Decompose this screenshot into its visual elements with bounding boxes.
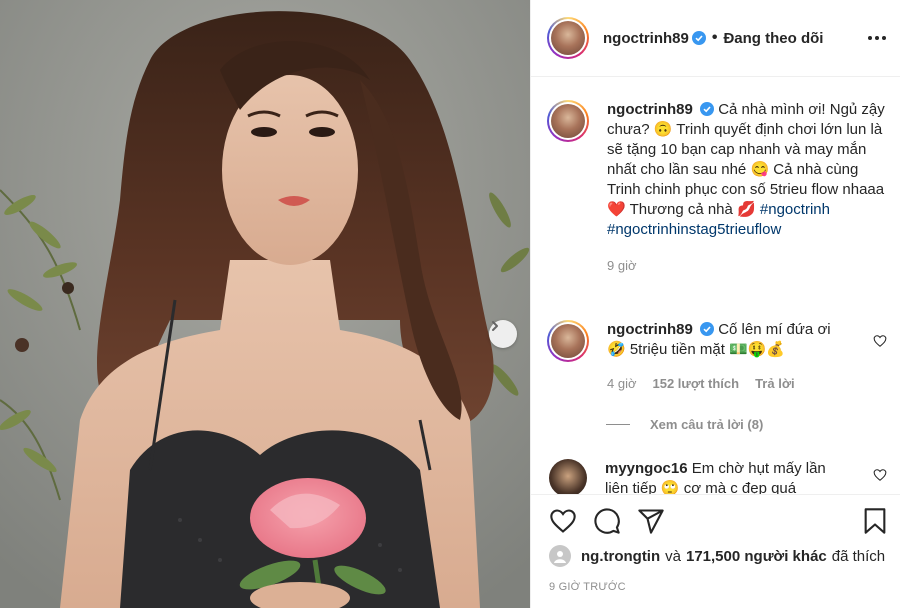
likes-suffix: đã thích	[831, 547, 886, 565]
comment-item: ngoctrinh89 Cố lên mí đứa ơi 🤣 5triệu ti…	[547, 320, 887, 394]
comment-text: Cố lên mí đứa ơi	[718, 321, 831, 338]
likes-connector: và	[665, 547, 681, 565]
caption-avatar[interactable]	[547, 100, 589, 142]
post-photo[interactable]	[0, 0, 530, 608]
comment-username[interactable]: myyngoc16	[605, 460, 688, 477]
header-user-info: ngoctrinh89 • Đang theo dõi	[603, 29, 823, 47]
others-liked-count[interactable]: 171,500 người khác	[686, 548, 827, 565]
comment-like-heart-icon[interactable]	[873, 334, 887, 348]
chevron-right-icon	[492, 321, 498, 331]
comment-time: 4 giờ	[607, 376, 637, 391]
header-username[interactable]: ngoctrinh89	[603, 30, 689, 47]
view-replies-label: Xem câu trả lời (8)	[650, 417, 764, 432]
caption-username[interactable]: ngoctrinh89	[607, 101, 693, 118]
hashtag-5trieuflow[interactable]: #ngoctrinhinstag5trieuflow	[607, 221, 781, 238]
reply-button[interactable]: Trả lời	[755, 374, 795, 394]
comment-text-line2: liên tiếp 🙄 cơ mà c đẹp quá	[605, 480, 797, 494]
header-separator: •	[711, 29, 718, 46]
comments-section: ngoctrinh89 Cả nhà mình ơi! Ngủ zậy chưa…	[531, 78, 900, 494]
user-placeholder-icon	[554, 551, 566, 563]
verified-badge-icon	[700, 322, 715, 336]
post-timestamp[interactable]: 9 GIỜ TRƯỚC	[549, 581, 626, 593]
hashtag-ngoctrinh[interactable]: #ngoctrinh	[760, 201, 830, 218]
share-icon[interactable]	[637, 507, 665, 535]
next-photo-button[interactable]	[489, 320, 517, 348]
comment-like-heart-icon[interactable]	[873, 468, 887, 482]
comment-icon[interactable]	[593, 507, 621, 535]
verified-badge-icon	[691, 31, 706, 45]
comment-text-line2: 🤣 5triệu tiền mặt 💵🤑💰	[607, 341, 786, 358]
likes-summary: ng.trongtin và 171,500 người khác đã thí…	[549, 545, 885, 567]
follow-status-button[interactable]: Đang theo dõi	[723, 30, 823, 47]
verified-badge-icon	[700, 102, 715, 116]
post-actions: ng.trongtin và 171,500 người khác đã thí…	[531, 494, 900, 608]
lips-emoji: 💋	[737, 201, 756, 218]
comment-likes[interactable]: 152 lượt thích	[653, 374, 740, 394]
comment-text: Em chờ hụt mấy lần	[691, 460, 826, 477]
comment-avatar[interactable]	[549, 459, 587, 494]
heart-emoji: ❤️	[607, 201, 626, 218]
post-details-panel: ngoctrinh89 • Đang theo dõi ngoctrinh89	[530, 0, 900, 608]
post-header: ngoctrinh89 • Đang theo dõi	[531, 0, 900, 77]
view-replies-button[interactable]: Xem câu trả lời (8)	[606, 417, 763, 432]
avatar[interactable]	[547, 17, 589, 59]
post-image-illustration	[0, 0, 530, 608]
liker-avatar[interactable]	[549, 545, 571, 567]
post-caption: ngoctrinh89 Cả nhà mình ơi! Ngủ zậy chưa…	[547, 100, 887, 276]
first-liker-username[interactable]: ng.trongtin	[581, 548, 660, 565]
more-options-icon[interactable]	[865, 28, 889, 48]
comment-avatar[interactable]	[547, 320, 589, 362]
caption-time: 9 giờ	[607, 258, 637, 273]
caption-text-after: Thương cả nhà	[629, 201, 733, 218]
bookmark-icon[interactable]	[861, 507, 889, 535]
heart-icon[interactable]	[549, 507, 577, 535]
comment-item: myyngoc16 Em chờ hụt mấy lần liên tiếp 🙄…	[549, 459, 889, 494]
comment-username[interactable]: ngoctrinh89	[607, 321, 693, 338]
